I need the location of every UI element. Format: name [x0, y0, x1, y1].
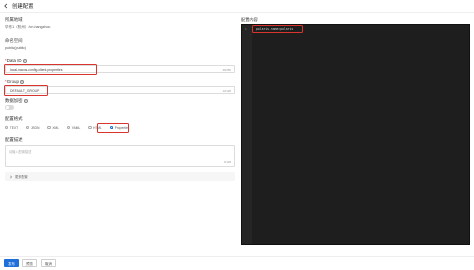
highlight-box-editor [252, 24, 303, 33]
editor-label: 配置内容 [241, 17, 258, 22]
region-value: 华东1（杭州）/cn-hangzhou [5, 25, 51, 29]
format-radio-xml[interactable]: XML [47, 126, 59, 130]
line-number: 1 [245, 27, 247, 32]
editor-gutter: 1 [242, 25, 252, 244]
back-arrow-icon[interactable] [3, 3, 9, 9]
more-config-label: 更多配置 [15, 175, 28, 179]
group-label-text: Group [6, 79, 19, 84]
format-radio-yaml[interactable]: YAML [66, 126, 80, 130]
highlight-box-properties [97, 122, 129, 133]
data-id-label: *Data ID? [5, 58, 27, 63]
data-id-label-text: Data ID [6, 58, 22, 63]
format-radio-text[interactable]: TEXT [5, 126, 18, 130]
footer-bar [0, 256, 474, 270]
group-label: *Group? [5, 79, 24, 84]
highlight-box-data-id [4, 63, 97, 75]
help-icon[interactable]: ? [19, 79, 24, 84]
desc-textarea[interactable]: 请输入配置描述 0/128 [5, 145, 235, 167]
help-icon[interactable]: ? [23, 98, 28, 103]
help-icon[interactable]: ? [22, 58, 27, 63]
highlight-box-group [4, 84, 48, 96]
namespace-value: public(public) [5, 46, 27, 50]
cancel-button[interactable]: 取消 [41, 259, 56, 267]
desc-label: 配置描述 [5, 137, 23, 142]
desc-count: 0/128 [224, 160, 231, 164]
format-label: 配置格式 [5, 116, 23, 121]
more-config-toggle[interactable]: 更多配置 [5, 172, 235, 181]
encrypt-label: 数据加密? [5, 98, 28, 103]
code-editor[interactable]: 1 polaris.name=polaris [241, 24, 470, 245]
publish-button[interactable]: 发布 [4, 259, 19, 267]
format-radio-json[interactable]: JSON [26, 126, 39, 130]
encrypt-toggle[interactable] [5, 105, 14, 110]
chevron-right-icon [10, 175, 12, 178]
data-id-count: 36/255 [222, 68, 231, 72]
desc-placeholder: 请输入配置描述 [9, 149, 32, 154]
namespace-label: 命名空间 [5, 38, 23, 43]
preview-button[interactable]: 预览 [22, 259, 37, 267]
group-count: 13/128 [222, 89, 231, 93]
region-label: 所属地域 [5, 17, 23, 22]
page-title: 创建配置 [12, 4, 34, 10]
header-bar: 创建配置 [0, 0, 474, 13]
